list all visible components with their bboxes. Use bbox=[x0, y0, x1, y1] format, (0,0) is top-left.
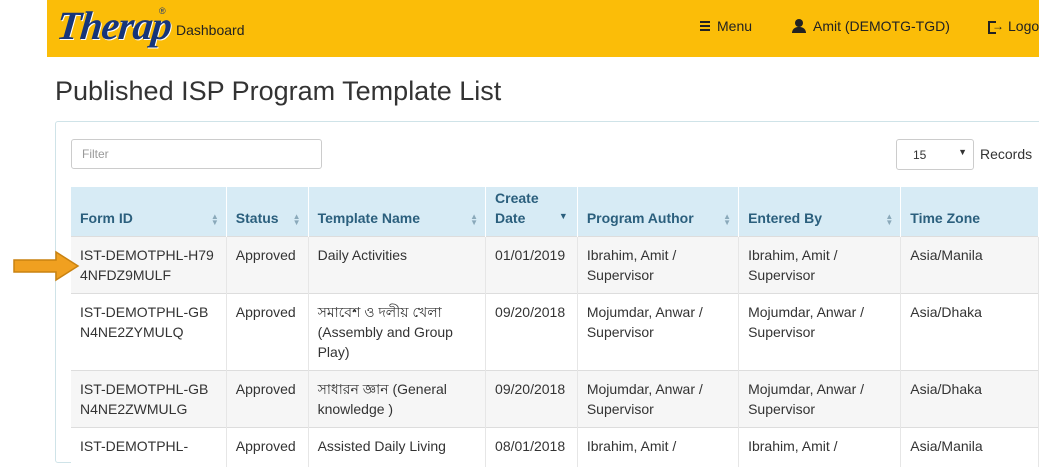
cell-template-name: সাধারন জ্ঞান (General knowledge ) bbox=[308, 369, 487, 427]
user-icon bbox=[792, 19, 806, 33]
cell-template-name: Daily Activities bbox=[308, 235, 487, 293]
cell-program-author: Mojumdar, Anwar / Supervisor bbox=[577, 369, 740, 427]
cell-time-zone: Asia/Manila bbox=[900, 235, 1039, 293]
registered-mark: ® bbox=[159, 6, 166, 16]
column-label: Entered By bbox=[748, 209, 823, 226]
table-row[interactable]: IST-DEMOTPHL- Approved Assisted Daily Li… bbox=[71, 426, 1039, 467]
template-table: Form ID ▲ ▼ Status ▲ ▼ Template Name ▲ ▼ Creat… bbox=[71, 187, 1039, 467]
logo-text: Therap bbox=[54, 3, 174, 48]
cell-form-id[interactable]: IST-DEMOTPHL-H794NFDZ9MULF bbox=[71, 235, 227, 293]
cell-time-zone: Asia/Dhaka bbox=[900, 292, 1039, 370]
cell-create-date: 09/20/2018 bbox=[485, 292, 578, 370]
column-label: Template Name bbox=[317, 209, 421, 226]
cell-program-author: Mojumdar, Anwar / Supervisor bbox=[577, 292, 740, 370]
cell-status: Approved bbox=[226, 426, 309, 467]
user-menu[interactable]: Amit (DEMOTG-TGD) bbox=[792, 18, 950, 34]
menu-button[interactable]: Menu bbox=[700, 18, 752, 34]
page-title: Published ISP Program Template List bbox=[55, 76, 502, 106]
records-value: 15 bbox=[913, 148, 927, 162]
cell-entered-by: Mojumdar, Anwar / Supervisor bbox=[738, 292, 902, 370]
table-row[interactable]: IST-DEMOTPHL-H794NFDZ9MULF Approved Dail… bbox=[71, 235, 1039, 293]
cell-entered-by: Ibrahim, Amit / Supervisor bbox=[738, 235, 902, 293]
table-row[interactable]: IST-DEMOTPHL-GBN4NE2ZWMULG Approved সাধা… bbox=[71, 369, 1039, 427]
sort-desc-icon: ▼ bbox=[558, 210, 568, 221]
sort-icon: ▲ ▼ bbox=[292, 211, 301, 227]
column-header-template-name[interactable]: Template Name ▲ ▼ bbox=[308, 187, 487, 236]
table-header-row: Form ID ▲ ▼ Status ▲ ▼ Template Name ▲ ▼ Creat… bbox=[71, 187, 1039, 236]
cell-time-zone: Asia/Dhaka bbox=[900, 369, 1039, 427]
cell-program-author: Ibrahim, Amit / bbox=[577, 426, 740, 467]
cell-create-date: 09/20/2018 bbox=[485, 369, 578, 427]
column-header-create-date[interactable]: Create Date ▼ bbox=[485, 187, 578, 236]
cell-form-id[interactable]: IST-DEMOTPHL-GBN4NE2ZWMULG bbox=[71, 369, 227, 427]
cell-form-id[interactable]: IST-DEMOTPHL- bbox=[71, 426, 227, 467]
pointer-arrow-icon bbox=[13, 250, 80, 282]
cell-entered-by: Ibrahim, Amit / bbox=[738, 426, 902, 467]
sort-icon: ▲ ▼ bbox=[470, 211, 479, 227]
filter-input[interactable] bbox=[71, 139, 322, 169]
logout-button[interactable]: → Logout bbox=[988, 18, 1039, 34]
column-label: Form ID bbox=[80, 209, 133, 226]
chevron-down-icon: ▼ bbox=[958, 147, 967, 157]
top-navbar: Therap ® Dashboard Menu Amit (DEMOTG-TGD… bbox=[47, 0, 1039, 57]
cell-form-id[interactable]: IST-DEMOTPHL-GBN4NE2ZYMULQ bbox=[71, 292, 227, 370]
column-header-program-author[interactable]: Program Author ▲ ▼ bbox=[577, 187, 740, 236]
column-label: Time Zone bbox=[910, 209, 981, 226]
sort-icon: ▲ ▼ bbox=[723, 211, 732, 227]
records-label: Records bbox=[980, 146, 1033, 162]
menu-label: Menu bbox=[717, 18, 753, 34]
cell-create-date: 08/01/2018 bbox=[485, 426, 578, 467]
logout-icon: → bbox=[988, 20, 1004, 34]
column-header-entered-by[interactable]: Entered By ▲ ▼ bbox=[738, 187, 902, 236]
cell-template-name: Assisted Daily Living bbox=[308, 426, 487, 467]
table-row[interactable]: IST-DEMOTPHL-GBN4NE2ZYMULQ Approved সমাব… bbox=[71, 292, 1039, 370]
dashboard-link[interactable]: Dashboard bbox=[176, 22, 245, 38]
logout-label: Logout bbox=[1008, 18, 1039, 34]
cell-template-name: সমাবেশ ও দলীয় খেলা (Assembly and Group … bbox=[308, 292, 487, 370]
cell-entered-by: Mojumdar, Anwar / Supervisor bbox=[738, 369, 902, 427]
sort-icon: ▲ ▼ bbox=[210, 211, 219, 227]
column-header-time-zone[interactable]: Time Zone bbox=[900, 187, 1039, 236]
hamburger-icon bbox=[700, 21, 710, 31]
cell-status: Approved bbox=[226, 369, 309, 427]
cell-status: Approved bbox=[226, 235, 309, 293]
cell-time-zone: Asia/Manila bbox=[900, 426, 1039, 467]
cell-status: Approved bbox=[226, 292, 309, 370]
records-per-page-select[interactable]: 15 ▼ bbox=[896, 139, 974, 170]
cell-create-date: 01/01/2019 bbox=[485, 235, 578, 293]
column-label: Create Date bbox=[495, 189, 539, 226]
therap-logo[interactable]: Therap bbox=[54, 3, 174, 48]
column-label: Status bbox=[235, 209, 279, 226]
column-label: Program Author bbox=[586, 209, 694, 226]
column-header-form-id[interactable]: Form ID ▲ ▼ bbox=[71, 187, 227, 236]
column-header-status[interactable]: Status ▲ ▼ bbox=[226, 187, 309, 236]
sort-icon: ▲ ▼ bbox=[885, 211, 894, 227]
user-label: Amit (DEMOTG-TGD) bbox=[813, 18, 950, 34]
cell-program-author: Ibrahim, Amit / Supervisor bbox=[577, 235, 740, 293]
